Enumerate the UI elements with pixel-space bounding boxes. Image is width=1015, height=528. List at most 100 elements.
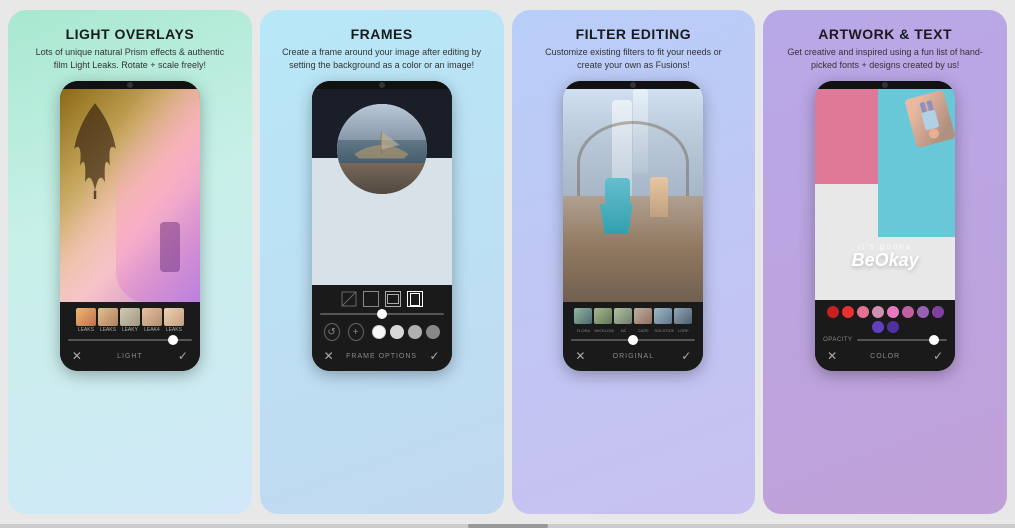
opacity-slider-track[interactable]	[857, 339, 948, 341]
rocks-bg	[563, 196, 703, 303]
phone-notch-1	[60, 81, 200, 89]
close-button-2[interactable]: ✕	[324, 349, 334, 363]
slider-track-2	[320, 313, 444, 315]
size-slider-2[interactable]	[320, 311, 444, 317]
phone-mockup-1: LEAKS LEAKS LEAKY LEAK4	[60, 81, 200, 371]
color-swatch-violet[interactable]	[872, 321, 884, 333]
circle-frame	[337, 104, 427, 194]
thumb-label-5: LEAKS	[166, 327, 182, 333]
portrait-frame-icon[interactable]	[407, 291, 423, 307]
bottom-label-1: LIGHT	[117, 353, 143, 360]
filter-screen	[563, 89, 703, 302]
thumb-4[interactable]	[142, 308, 162, 326]
filter-slider-3[interactable]	[571, 337, 695, 343]
color-swatch-indigo[interactable]	[887, 321, 899, 333]
close-button-3[interactable]: ✕	[575, 349, 585, 363]
plus-action-icon[interactable]: +	[348, 323, 364, 341]
color-swatch-3[interactable]	[408, 325, 422, 339]
color-swatch-pink[interactable]	[887, 306, 899, 318]
color-swatch-magenta[interactable]	[902, 306, 914, 318]
main-container: LIGHT OVERLAYS Lots of unique natural Pr…	[0, 0, 1015, 524]
phone-screen-4: it's gonna BeOkay	[815, 89, 955, 300]
feature-title-2: FRAMES	[351, 26, 413, 42]
confirm-button-2[interactable]: ✓	[430, 349, 440, 363]
slider-track-3	[571, 339, 695, 341]
color-swatch-1[interactable]	[372, 325, 386, 339]
feature-title-3: FILTER EDITING	[576, 26, 692, 42]
figure-teal-dress	[600, 204, 633, 234]
color-swatch-red[interactable]	[842, 306, 854, 318]
bottom-controls-4: ✕ COLOR ✓	[823, 347, 947, 365]
color-circles-row	[372, 325, 440, 339]
color-swatch-purple[interactable]	[932, 306, 944, 318]
feature-title-4: ARTWORK & TEXT	[818, 26, 952, 42]
filter-label-4: CAPE	[634, 328, 652, 333]
scroll-thumb[interactable]	[468, 524, 548, 528]
feature-filter-editing: FILTER EDITING Customize existing filter…	[512, 10, 756, 514]
opacity-row: OPACITY	[823, 337, 947, 343]
boat-svg	[350, 127, 413, 163]
close-button-1[interactable]: ✕	[72, 349, 82, 363]
filter-thumb-2[interactable]	[594, 308, 612, 324]
thumb-label-3: LEAKY	[122, 327, 138, 333]
confirm-button-4[interactable]: ✓	[933, 349, 943, 363]
bottom-controls-2: ✕ FRAME OPTIONS ✓	[320, 347, 444, 365]
filter-thumb-5[interactable]	[654, 308, 672, 324]
notch-dot-1	[127, 82, 133, 88]
phone-mockup-4: it's gonna BeOkay	[815, 81, 955, 371]
filter-thumb-3[interactable]	[614, 308, 632, 324]
rect-frame-icon[interactable]	[385, 291, 401, 307]
artwork-text-overlay: it's gonna BeOkay	[815, 242, 955, 269]
notch-dot-3	[630, 82, 636, 88]
bottom-scrollbar[interactable]	[0, 524, 1015, 528]
bottom-controls-1: ✕ LIGHT ✓	[68, 347, 192, 365]
thumb-label-2: LEAKS	[100, 327, 116, 333]
filter-label-6: LORE	[674, 328, 692, 333]
color-swatches-row	[823, 306, 947, 333]
thumb-3[interactable]	[120, 308, 140, 326]
color-swatch-red-dark[interactable]	[827, 306, 839, 318]
thumb-2[interactable]	[98, 308, 118, 326]
action-row-2: ↺ +	[320, 321, 444, 343]
phone-notch-4	[815, 81, 955, 89]
close-button-4[interactable]: ✕	[827, 349, 837, 363]
color-swatch-purple-light[interactable]	[917, 306, 929, 318]
slider-knob-2[interactable]	[377, 309, 387, 319]
thumbnails-row-1: LEAKS LEAKS LEAKY LEAK4	[68, 308, 192, 333]
phone-bottom-bar-1: LEAKS LEAKS LEAKY LEAK4	[60, 302, 200, 371]
frame-shape-options	[320, 291, 444, 307]
feature-frames: FRAMES Create a frame around your image …	[260, 10, 504, 514]
frames-screen	[312, 89, 452, 285]
thumb-1[interactable]	[76, 308, 96, 326]
feature-title-1: LIGHT OVERLAYS	[66, 26, 195, 42]
filter-thumb-labels: FLORA WICKLOW NZ CAPE SOLSTICE LORE	[571, 328, 695, 333]
notch-dot-2	[379, 82, 385, 88]
feature-desc-2: Create a frame around your image after e…	[282, 46, 482, 71]
light-overlay-screen	[60, 89, 200, 302]
color-swatch-2[interactable]	[390, 325, 404, 339]
phone-bottom-bar-4: OPACITY ✕ COLOR ✓	[815, 300, 955, 371]
phone-mockup-2: ↺ + ✕ FRAME OPTIONS ✓	[312, 81, 452, 371]
confirm-button-1[interactable]: ✓	[178, 349, 188, 363]
color-swatch-4[interactable]	[426, 325, 440, 339]
slider-knob-3[interactable]	[628, 335, 638, 345]
confirm-button-3[interactable]: ✓	[681, 349, 691, 363]
filter-thumb-1[interactable]	[574, 308, 592, 324]
opacity-slider-knob[interactable]	[929, 335, 939, 345]
refresh-action-icon[interactable]: ↺	[324, 323, 340, 341]
phone-screen-2	[312, 89, 452, 285]
opacity-label: OPACITY	[823, 337, 852, 343]
square-frame-icon[interactable]	[363, 291, 379, 307]
no-frame-icon[interactable]	[341, 291, 357, 307]
feature-desc-4: Get creative and inspired using a fun li…	[785, 46, 985, 71]
color-swatch-pink-light[interactable]	[872, 306, 884, 318]
slider-knob-1[interactable]	[168, 335, 178, 345]
filter-label-2: WICKLOW	[594, 328, 612, 333]
bottom-label-4: COLOR	[870, 353, 900, 360]
opacity-slider-1[interactable]	[68, 337, 192, 343]
color-swatch-rose[interactable]	[857, 306, 869, 318]
filter-thumb-6[interactable]	[674, 308, 692, 324]
filter-thumb-4[interactable]	[634, 308, 652, 324]
thumb-5[interactable]	[164, 308, 184, 326]
phone-screen-1	[60, 89, 200, 302]
